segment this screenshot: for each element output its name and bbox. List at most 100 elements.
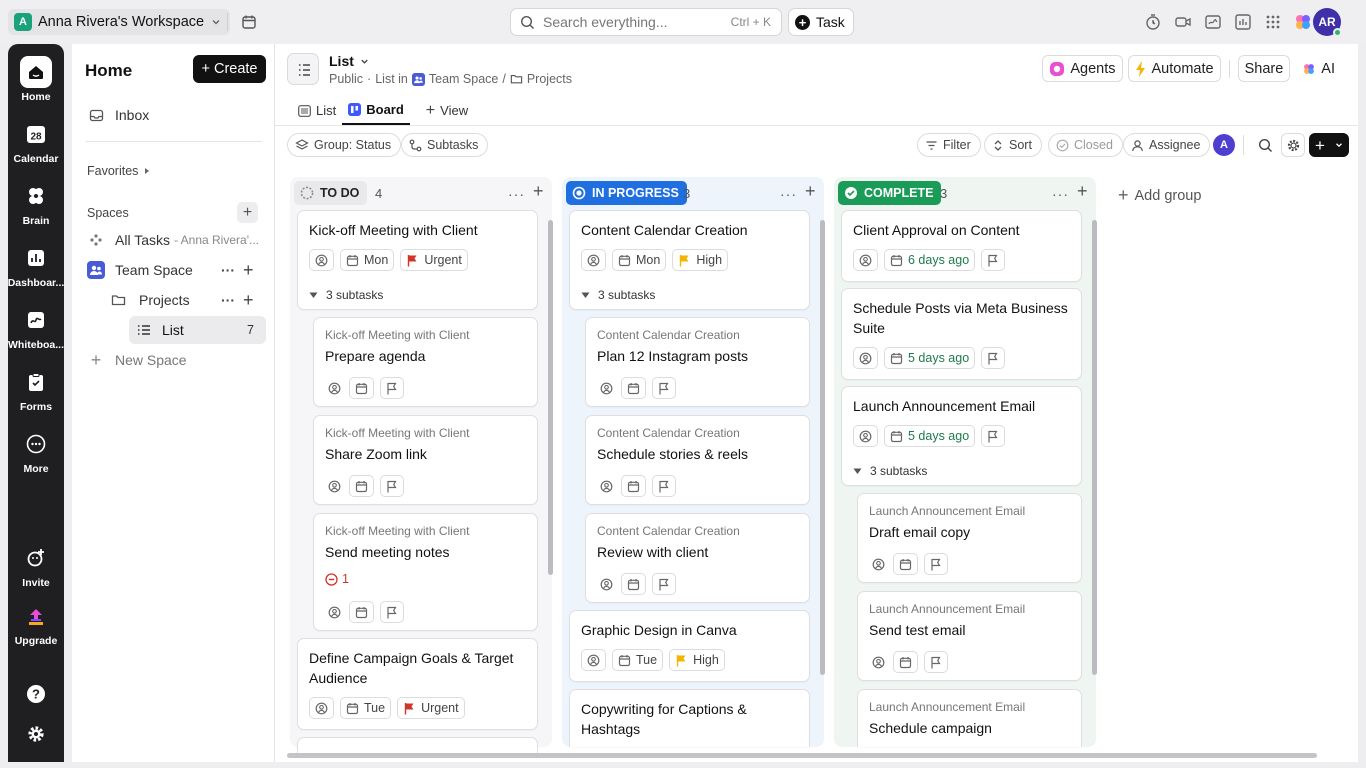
sort-button[interactable]: Sort bbox=[984, 133, 1042, 157]
crumb-folder[interactable]: Projects bbox=[527, 72, 572, 86]
calendar-icon[interactable] bbox=[349, 377, 374, 399]
ai-brain-icon[interactable] bbox=[1293, 12, 1313, 32]
rail-more[interactable]: More bbox=[8, 428, 64, 475]
flag-icon[interactable] bbox=[380, 377, 404, 399]
assignee-icon[interactable] bbox=[869, 553, 887, 575]
due-date[interactable]: 6 days ago bbox=[884, 249, 976, 271]
calendar-icon[interactable] bbox=[893, 651, 918, 673]
add-view-button[interactable]: + View bbox=[420, 96, 474, 125]
video-icon[interactable] bbox=[1173, 12, 1193, 32]
assignee-icon[interactable] bbox=[325, 475, 343, 497]
workspace-switcher[interactable]: A Anna Rivera's Workspace bbox=[8, 9, 231, 35]
calendar-icon[interactable] bbox=[621, 377, 646, 399]
more-options-icon[interactable]: ··· bbox=[221, 262, 235, 278]
rail-home[interactable]: Home bbox=[8, 56, 64, 103]
task-card[interactable]: Content Calendar Creation Mon High 3 sub… bbox=[569, 210, 810, 310]
task-card[interactable]: Kick-off Meeting with Client Mon Urgent … bbox=[297, 210, 538, 310]
priority-badge[interactable]: High bbox=[669, 649, 725, 671]
add-space-button[interactable]: + bbox=[237, 202, 258, 223]
task-card[interactable]: Define Campaign Goals & Target Audience … bbox=[297, 638, 538, 730]
flag-icon[interactable] bbox=[380, 475, 404, 497]
horizontal-scrollbar[interactable] bbox=[287, 753, 1317, 758]
sidebar-item-team-space[interactable]: Team Space ··· + bbox=[82, 256, 266, 284]
share-button[interactable]: Share bbox=[1237, 55, 1291, 82]
due-date[interactable]: Tue bbox=[340, 697, 392, 719]
column-scrollbar[interactable] bbox=[1092, 220, 1097, 675]
task-card[interactable]: Client Approval on Content 6 days ago bbox=[841, 210, 1082, 282]
subtask-card[interactable]: Launch Announcement Email Send test emai… bbox=[857, 591, 1082, 681]
rail-upgrade[interactable]: Upgrade bbox=[8, 604, 64, 647]
ai-button[interactable]: AI bbox=[1295, 55, 1342, 82]
help-button[interactable]: ? bbox=[8, 678, 64, 713]
add-group-button[interactable]: + Add group bbox=[1118, 185, 1201, 206]
add-task-icon[interactable]: + bbox=[1077, 181, 1088, 202]
sidebar-item-projects[interactable]: Projects ··· + bbox=[106, 286, 266, 314]
flag-icon[interactable] bbox=[924, 553, 948, 575]
assignee-icon[interactable] bbox=[325, 377, 343, 399]
subtask-card[interactable]: Content Calendar Creation Schedule stori… bbox=[585, 415, 810, 505]
more-options-icon[interactable]: ··· bbox=[780, 186, 797, 202]
whiteboard-icon[interactable] bbox=[1203, 12, 1223, 32]
apps-grid-icon[interactable] bbox=[1263, 12, 1283, 32]
subtasks-toggle[interactable]: 3 subtasks bbox=[581, 288, 655, 302]
user-avatar[interactable]: AR bbox=[1313, 8, 1342, 37]
due-date[interactable]: Mon bbox=[340, 249, 395, 271]
assignee-icon[interactable] bbox=[597, 573, 615, 595]
list-title[interactable]: List bbox=[329, 53, 370, 69]
due-date[interactable]: Mon bbox=[612, 249, 667, 271]
calendar-icon[interactable] bbox=[349, 475, 374, 497]
filter-button[interactable]: Filter bbox=[917, 133, 981, 157]
flag-icon[interactable] bbox=[981, 425, 1006, 447]
flag-icon[interactable] bbox=[652, 475, 676, 497]
assignee-icon[interactable] bbox=[869, 651, 887, 673]
subtask-card[interactable]: Launch Announcement Email Draft email co… bbox=[857, 493, 1082, 583]
tab-board[interactable]: Board bbox=[342, 96, 410, 125]
search-button[interactable] bbox=[1253, 133, 1277, 157]
calendar-icon[interactable] bbox=[621, 475, 646, 497]
rail-calendar[interactable]: 28 Calendar bbox=[8, 118, 64, 165]
add-task-split-button[interactable]: + bbox=[1309, 133, 1349, 157]
new-task-button[interactable]: + Task bbox=[788, 8, 854, 36]
sidebar-item-all-tasks[interactable]: All Tasks - Anna Rivera'... bbox=[82, 226, 266, 254]
rail-dashboards[interactable]: Dashboar... bbox=[8, 242, 64, 289]
priority-badge[interactable]: High bbox=[672, 249, 729, 271]
assignee-icon[interactable] bbox=[853, 347, 878, 369]
more-options-icon[interactable]: ··· bbox=[1052, 186, 1069, 202]
assignee-icon[interactable] bbox=[581, 649, 606, 671]
assignee-avatar[interactable]: A bbox=[1213, 134, 1235, 156]
due-date[interactable]: Tue bbox=[612, 649, 664, 671]
due-date[interactable]: 5 days ago bbox=[884, 347, 976, 369]
search-input[interactable]: Search everything... Ctrl + K bbox=[510, 8, 782, 36]
status-badge[interactable]: TO DO bbox=[294, 181, 368, 205]
settings-button[interactable] bbox=[8, 718, 64, 753]
rail-whiteboards[interactable]: Whiteboa... bbox=[8, 304, 64, 351]
flag-icon[interactable] bbox=[981, 347, 1006, 369]
more-options-icon[interactable]: ··· bbox=[508, 186, 525, 202]
add-task-icon[interactable]: + bbox=[533, 181, 544, 202]
rail-invite[interactable]: Invite bbox=[8, 542, 64, 589]
flag-icon[interactable] bbox=[981, 249, 1006, 271]
assignee-icon[interactable] bbox=[309, 697, 334, 719]
assignee-icon[interactable] bbox=[853, 249, 878, 271]
flag-icon[interactable] bbox=[652, 573, 676, 595]
assignee-icon[interactable] bbox=[309, 249, 334, 271]
subtask-card[interactable]: Kick-off Meeting with Client Prepare age… bbox=[313, 317, 538, 407]
agents-button[interactable]: Agents bbox=[1042, 55, 1123, 82]
sidebar-toggle-button[interactable] bbox=[287, 53, 319, 85]
sidebar-item-inbox[interactable]: Inbox bbox=[82, 101, 266, 129]
assignee-icon[interactable] bbox=[853, 425, 878, 447]
column-scrollbar[interactable] bbox=[820, 220, 825, 675]
status-badge[interactable]: IN PROGRESS bbox=[566, 181, 687, 205]
priority-badge[interactable]: Urgent bbox=[400, 249, 468, 271]
rail-brain[interactable]: Brain bbox=[8, 180, 64, 227]
priority-badge[interactable]: Urgent bbox=[397, 697, 465, 719]
rail-forms[interactable]: Forms bbox=[8, 366, 64, 413]
sidebar-item-list[interactable]: List 7 bbox=[129, 316, 266, 344]
add-item-icon[interactable]: + bbox=[243, 290, 254, 311]
assignee-icon[interactable] bbox=[597, 377, 615, 399]
subtasks-button[interactable]: Subtasks bbox=[401, 133, 489, 157]
dashboard-icon[interactable] bbox=[1233, 12, 1253, 32]
status-badge[interactable]: COMPLETE bbox=[838, 181, 942, 205]
calendar-icon[interactable] bbox=[241, 14, 257, 30]
task-card[interactable]: Schedule Posts via Meta Business Suite 5… bbox=[841, 288, 1082, 380]
